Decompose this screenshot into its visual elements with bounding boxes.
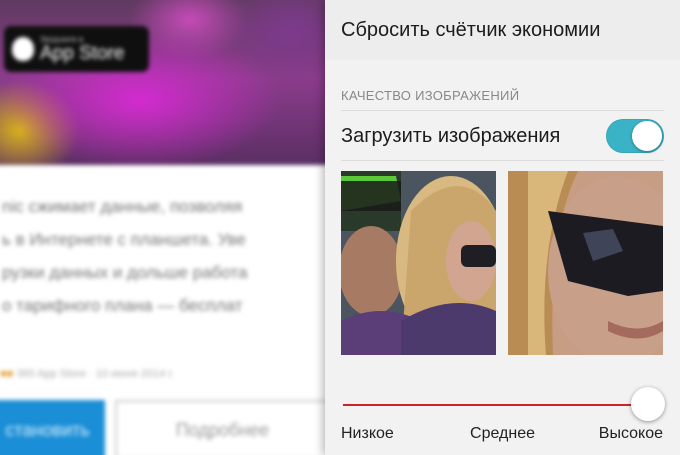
load-images-row[interactable]: Загрузить изображения [325,112,680,160]
reset-savings-label: Сбросить счётчик экономии [341,18,601,41]
install-button: становить [0,400,105,455]
preview-image-low [341,171,496,355]
load-images-toggle[interactable] [606,119,664,153]
description-line: рузки данных и дольше работа [2,263,248,282]
preview-image-high [508,171,663,355]
background-meta: ■■ 365 App Store · 10 июня 2014 г. [0,368,174,380]
background-photo [0,0,330,165]
more-button: Подробнее [115,400,330,455]
divider [341,160,664,161]
section-header-image-quality: КАЧЕСТВО ИЗОБРАЖЕНИЙ [341,88,520,103]
slider-track [343,404,647,406]
description-line: ь в Интернете с планшета. Уве [2,230,246,249]
background-description: nic сжимает данные, позволяя ь в Интерне… [0,190,330,322]
settings-panel: Сбросить счётчик экономии КАЧЕСТВО ИЗОБР… [325,0,680,455]
app-store-badge: Загрузите в App Store [4,26,149,72]
description-line: nic сжимает данные, позволяя [2,197,243,216]
quality-label-high[interactable]: Высокое [599,425,663,443]
background-page: Загрузите в App Store nic сжимает данные… [0,0,330,455]
description-line: о тарифного плана — бесплат [2,296,243,315]
slider-thumb[interactable] [631,387,665,421]
image-quality-slider[interactable] [343,385,665,425]
divider [341,110,664,111]
apple-icon [12,37,34,61]
badge-big-text: App Store [40,42,125,64]
reset-savings-button[interactable]: Сбросить счётчик экономии [325,0,680,60]
toggle-knob [632,121,662,151]
load-images-label: Загрузить изображения [341,124,561,147]
